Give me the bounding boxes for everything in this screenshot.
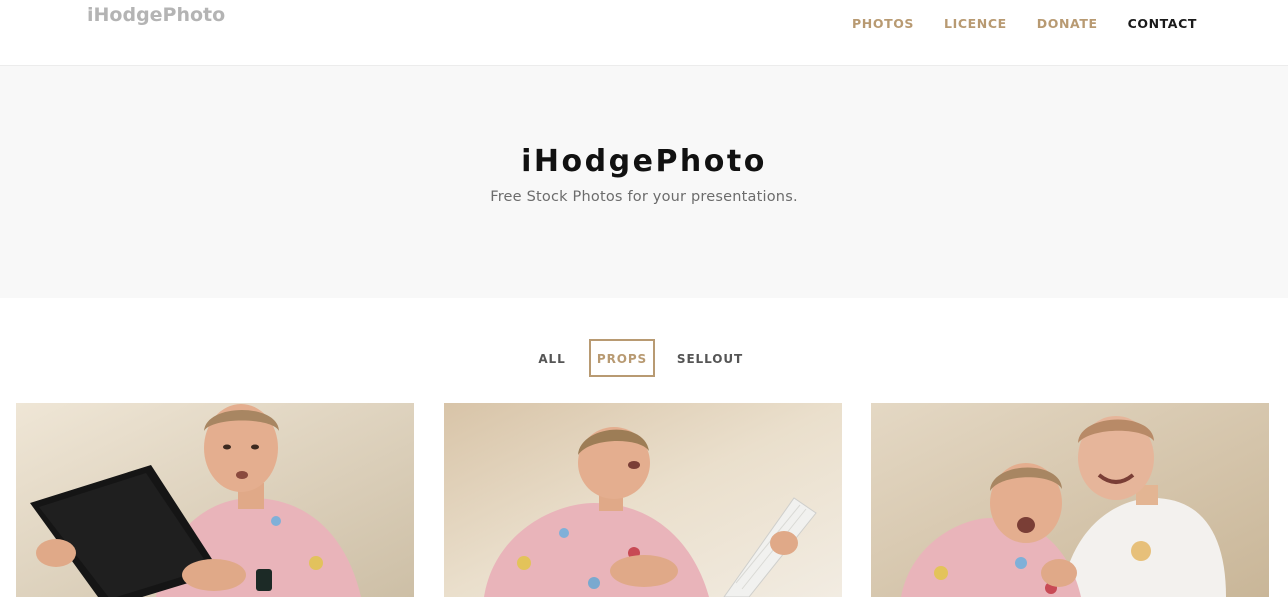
- hero-subtitle: Free Stock Photos for your presentations…: [490, 189, 798, 205]
- filter-sellout[interactable]: SELLOUT: [670, 339, 750, 377]
- hero-title: iHodgePhoto: [521, 144, 767, 179]
- site-logo[interactable]: iHodgePhoto: [87, 4, 225, 26]
- nav-licence[interactable]: LICENCE: [944, 17, 1007, 31]
- photo-card-cutout[interactable]: [871, 403, 1269, 597]
- filter-all[interactable]: ALL: [528, 339, 576, 377]
- man-holding-keyboard-image: [444, 403, 842, 597]
- nav-donate[interactable]: DONATE: [1037, 17, 1098, 31]
- site-header: iHodgePhoto PHOTOS LICENCE DONATE CONTAC…: [0, 0, 1288, 66]
- filter-props[interactable]: PROPS: [589, 339, 655, 377]
- photo-card-keyboard[interactable]: [444, 403, 842, 597]
- hero-section: iHodgePhoto Free Stock Photos for your p…: [0, 66, 1288, 298]
- man-holding-monitor-image: [16, 403, 414, 597]
- nav-contact[interactable]: CONTACT: [1128, 17, 1197, 31]
- category-filters: ALL PROPS SELLOUT: [0, 339, 1288, 377]
- man-with-cardboard-cutout-image: [871, 403, 1269, 597]
- nav-photos[interactable]: PHOTOS: [852, 17, 914, 31]
- main-nav: PHOTOS LICENCE DONATE CONTACT: [852, 17, 1197, 31]
- photo-gallery: [0, 403, 1288, 597]
- photo-card-monitor[interactable]: [16, 403, 414, 597]
